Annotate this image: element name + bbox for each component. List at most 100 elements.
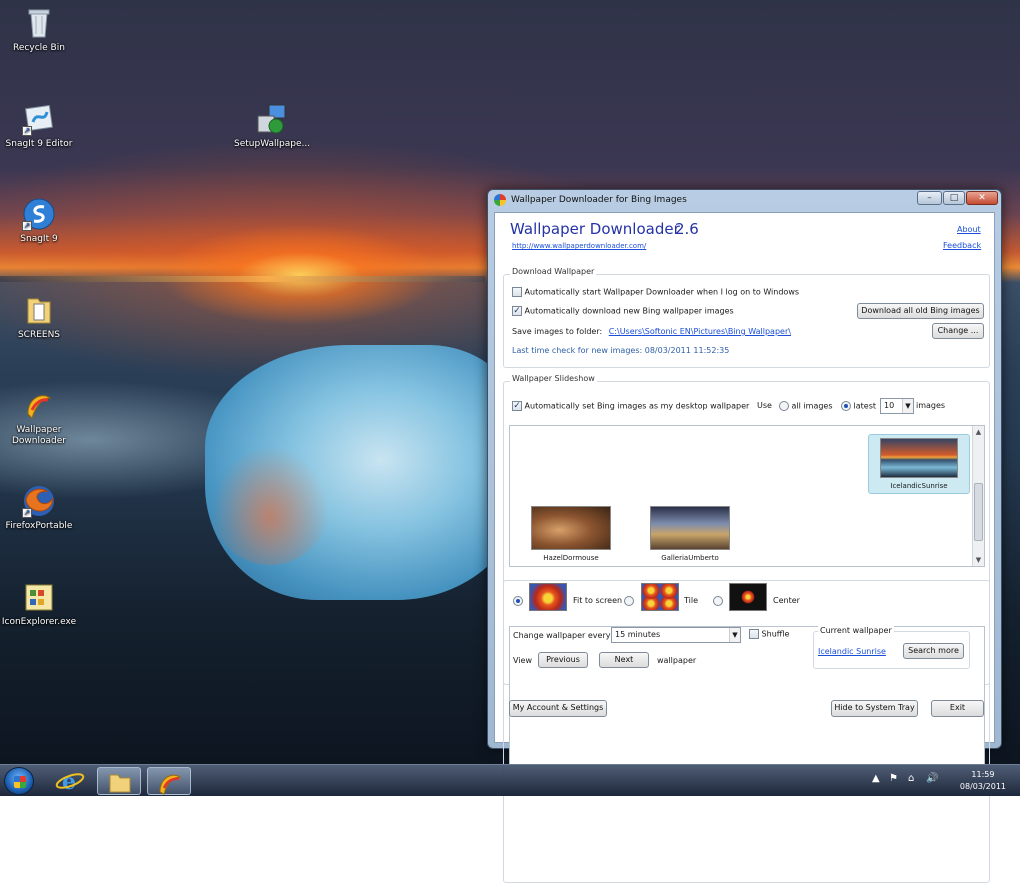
save-folder-path[interactable]: C:\Users\Softonic EN\Pictures\Bing Wallp… xyxy=(609,327,791,336)
clock-date: 08/03/2011 xyxy=(959,782,1006,791)
fit-to-screen-preview[interactable] xyxy=(529,583,567,611)
tile-radio[interactable] xyxy=(624,596,634,606)
auto-set-option[interactable]: ✓ Automatically set Bing images as my de… xyxy=(512,401,749,411)
auto-download-label: Automatically download new Bing wallpape… xyxy=(524,306,734,316)
sunset-horizon xyxy=(0,276,485,282)
auto-set-checkbox[interactable]: ✓ xyxy=(512,401,522,411)
thumbnail-icelandic-sunrise[interactable]: IcelandicSunrise xyxy=(868,434,970,494)
desktop-icon-iconexplorer[interactable]: IconExplorer.exe xyxy=(1,580,77,628)
app-version: 2.6 xyxy=(675,220,699,238)
clock[interactable]: 11:59 08/03/2011 xyxy=(960,769,1006,793)
windows-logo-icon xyxy=(14,776,26,788)
current-wallpaper-link[interactable]: Icelandic Sunrise xyxy=(818,647,886,656)
latest-count-select[interactable]: 10 ▼ xyxy=(880,398,914,414)
title-bar[interactable]: Wallpaper Downloader for Bing Images – □… xyxy=(488,190,1001,212)
maximize-button[interactable]: □ xyxy=(943,191,965,205)
scroll-down-icon[interactable]: ▼ xyxy=(973,556,984,564)
desktop-icon-label: Recycle Bin xyxy=(13,43,65,53)
images-label: images xyxy=(916,401,946,410)
shortcut-arrow-icon: ↗ xyxy=(22,126,32,136)
view-label: View xyxy=(513,656,532,665)
fit-to-screen-option[interactable] xyxy=(513,596,523,606)
slideshow-group-title: Wallpaper Slideshow xyxy=(510,374,597,383)
folder-icon xyxy=(109,774,131,793)
scrollbar-thumb[interactable] xyxy=(974,483,983,541)
thumbnail-galleria-umberto[interactable]: GalleriaUmberto xyxy=(647,506,733,562)
website-link[interactable]: http://www.wallpaperdownloader.com/ xyxy=(512,242,646,250)
show-hidden-icons[interactable]: ▲ xyxy=(872,773,880,784)
all-images-option[interactable]: all images xyxy=(779,401,833,411)
previous-button[interactable]: Previous xyxy=(538,652,588,668)
download-all-button[interactable]: Download all old Bing images xyxy=(857,303,984,319)
auto-set-label: Automatically set Bing images as my desk… xyxy=(524,401,750,411)
close-button[interactable]: ✕ xyxy=(966,191,998,205)
shuffle-checkbox[interactable] xyxy=(749,629,759,639)
last-check-text: Last time check for new images: 08/03/20… xyxy=(512,346,730,355)
chevron-down-icon: ▼ xyxy=(729,628,740,642)
auto-start-label: Automatically start Wallpaper Downloader… xyxy=(524,287,800,297)
latest-radio[interactable] xyxy=(841,401,851,411)
shuffle-label: Shuffle xyxy=(761,629,790,639)
desktop-icon-setup-wallpaper[interactable]: SetupWallpape... xyxy=(234,102,310,150)
about-link[interactable]: About xyxy=(957,225,981,234)
scroll-up-icon[interactable]: ▲ xyxy=(973,428,984,436)
taskbar-wallpaper-downloader[interactable] xyxy=(147,767,191,795)
all-images-radio[interactable] xyxy=(779,401,789,411)
start-button[interactable] xyxy=(4,767,34,795)
thumbnail-hazel-dormouse[interactable]: HazelDormouse xyxy=(528,506,614,562)
taskbar-internet-explorer[interactable]: e xyxy=(48,767,92,795)
auto-start-option[interactable]: Automatically start Wallpaper Downloader… xyxy=(512,287,799,297)
thumbnail-list[interactable]: IcelandicSunrise HazelDormouse GalleriaU… xyxy=(509,425,985,567)
gallery-scrollbar[interactable]: ▲ ▼ xyxy=(972,426,984,566)
desktop-icon-screens[interactable]: SCREENS xyxy=(1,293,77,341)
snagit-editor-icon: ↗ xyxy=(22,102,56,136)
latest-label: latest xyxy=(853,401,877,411)
desktop-icon-snagit-editor[interactable]: ↗ SnagIt 9 Editor xyxy=(1,102,77,150)
application-icon xyxy=(22,580,56,614)
center-radio[interactable] xyxy=(713,596,723,606)
svg-text:e: e xyxy=(62,769,76,795)
hide-to-tray-button[interactable]: Hide to System Tray xyxy=(831,700,918,717)
desktop-icon-wallpaper-downloader[interactable]: Wallpaper Downloader xyxy=(1,388,77,447)
current-wallpaper-title: Current wallpaper xyxy=(818,626,894,635)
taskbar: e ▲ ⚑ ⌂ 🔊 11:59 08/03/2011 xyxy=(0,764,1020,796)
action-center-flag-icon[interactable]: ⚑ xyxy=(889,773,898,784)
center-option[interactable] xyxy=(713,596,723,606)
taskbar-explorer[interactable] xyxy=(97,767,141,795)
search-more-button[interactable]: Search more xyxy=(903,643,964,659)
desktop-icon-label: Wallpaper Downloader xyxy=(12,425,66,446)
volume-icon[interactable]: 🔊 xyxy=(926,773,938,784)
feedback-link[interactable]: Feedback xyxy=(943,241,981,250)
tile-option[interactable] xyxy=(624,596,634,606)
clock-time: 11:59 xyxy=(971,770,995,779)
latest-option[interactable]: latest xyxy=(841,401,876,411)
auto-start-checkbox[interactable] xyxy=(512,287,522,297)
fit-to-screen-radio[interactable] xyxy=(513,596,523,606)
internet-explorer-icon: e xyxy=(55,769,85,795)
tile-label: Tile xyxy=(684,596,699,605)
auto-download-option[interactable]: ✓ Automatically download new Bing wallpa… xyxy=(512,306,734,316)
center-preview[interactable] xyxy=(729,583,767,611)
desktop-icon-firefox-portable[interactable]: ↗ FirefoxPortable xyxy=(1,484,77,532)
tile-preview[interactable] xyxy=(641,583,679,611)
desktop-icon-recycle-bin[interactable]: Recycle Bin xyxy=(1,6,77,54)
next-button[interactable]: Next xyxy=(599,652,649,668)
window-title: Wallpaper Downloader for Bing Images xyxy=(511,195,687,205)
minimize-button[interactable]: – xyxy=(917,191,942,205)
change-every-label: Change wallpaper every xyxy=(513,631,611,640)
network-icon[interactable]: ⌂ xyxy=(908,773,914,784)
desktop-icon-snagit[interactable]: ↗ SnagIt 9 xyxy=(1,197,77,245)
chevron-down-icon: ▼ xyxy=(902,399,913,413)
desktop-icon-label: IconExplorer.exe xyxy=(1,617,77,627)
exit-button[interactable]: Exit xyxy=(931,700,984,717)
shortcut-arrow-icon: ↗ xyxy=(22,508,32,518)
change-interval-select[interactable]: 15 minutes ▼ xyxy=(611,627,741,643)
thumbnail-label: GalleriaUmberto xyxy=(661,554,719,562)
account-settings-button[interactable]: My Account & Settings xyxy=(509,700,607,717)
installer-icon xyxy=(255,102,289,136)
save-folder-row: Save images to folder: C:\Users\Softonic… xyxy=(512,327,791,336)
change-folder-button[interactable]: Change ... xyxy=(932,323,984,339)
shuffle-option[interactable]: Shuffle xyxy=(749,629,789,639)
center-label: Center xyxy=(773,596,800,605)
auto-download-checkbox[interactable]: ✓ xyxy=(512,306,522,316)
